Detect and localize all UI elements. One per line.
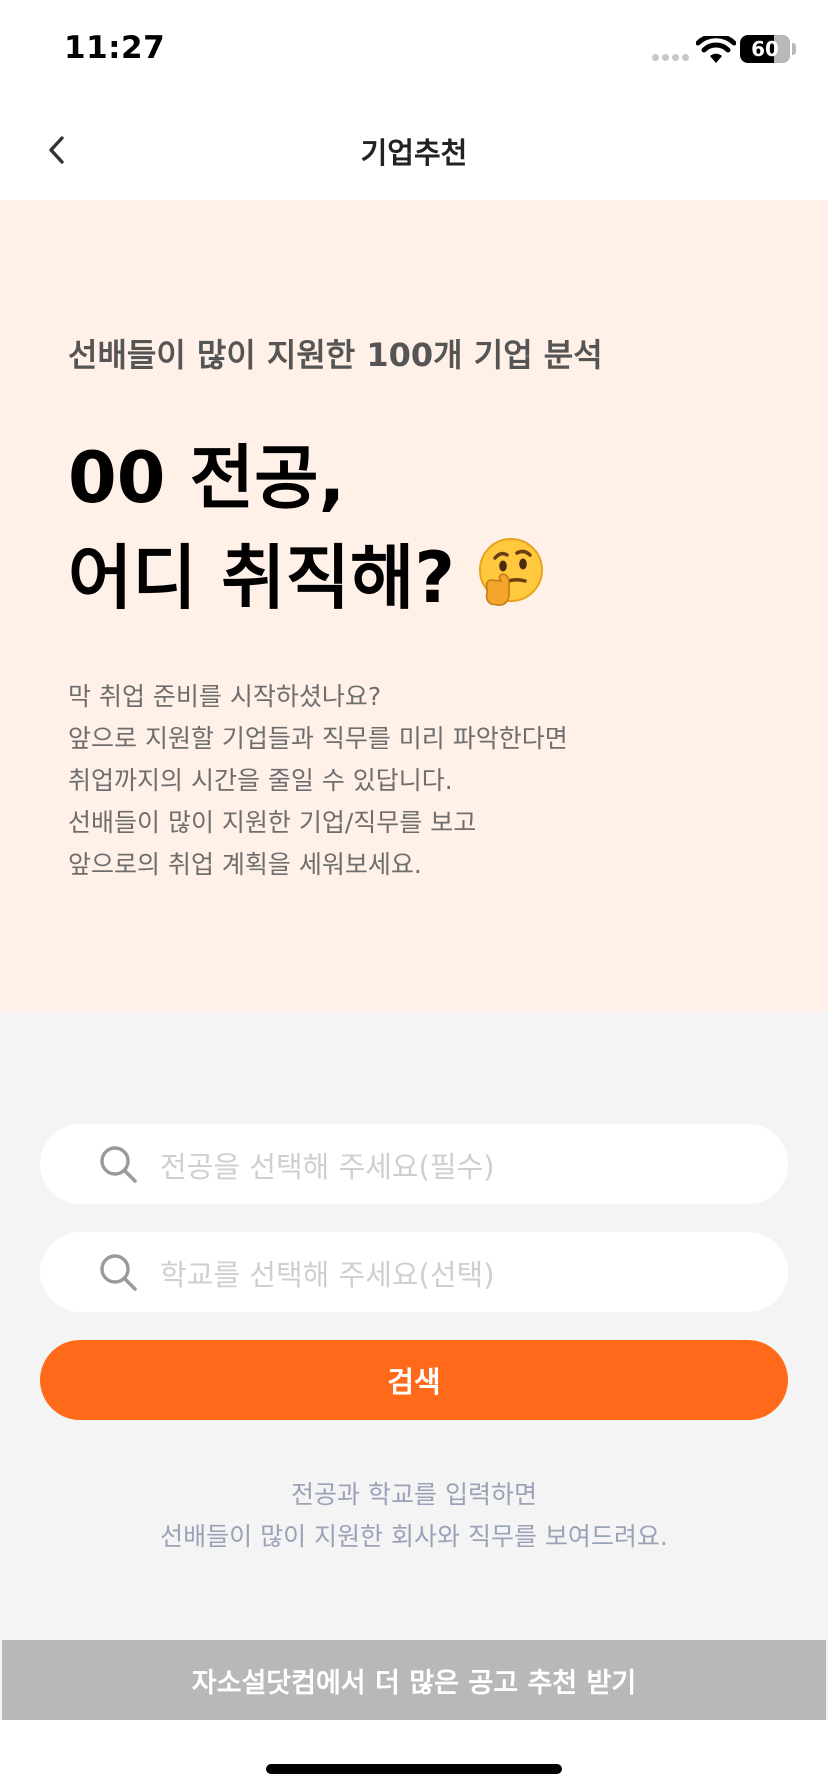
home-indicator[interactable] (266, 1764, 562, 1774)
bottom-safe-area (0, 1720, 828, 1792)
thinking-face-emoji-icon (478, 538, 543, 606)
wifi-icon (696, 36, 736, 63)
more-recommendations-button[interactable]: 자소설닷컴에서 더 많은 공고 추천 받기 (2, 1640, 826, 1720)
cellular-signal-icon (652, 54, 690, 62)
recommendation-screen: 11:27 60 기업추천 선배들이 많이 지원한 100개 기업 분석 00 … (0, 0, 828, 1792)
battery-icon: 60 (740, 35, 790, 63)
hero-description: 막 취업 준비를 시작하셨나요? 앞으로 지원할 기업들과 직무를 미리 파악한… (68, 676, 568, 886)
search-icon (100, 1254, 137, 1291)
more-recommendations-label: 자소설닷컴에서 더 많은 공고 추천 받기 (191, 1667, 637, 1699)
status-bar: 11:27 60 (0, 0, 828, 100)
battery-tip (792, 43, 796, 55)
hero-title: 00 전공, 어디 취직해? (68, 428, 547, 628)
hero-description-line: 선배들이 많이 지원한 기업/직무를 보고 (68, 808, 477, 837)
helper-text: 전공과 학교를 입력하면 선배들이 많이 지원한 회사와 직무를 보여드려요. (0, 1474, 828, 1558)
search-icon (100, 1146, 137, 1183)
hero-description-line: 앞으로 지원할 기업들과 직무를 미리 파악한다면 (68, 724, 568, 753)
battery-percent: 60 (751, 37, 779, 61)
hero-title-line-2: 어디 취직해? (68, 528, 547, 628)
major-search-placeholder: 전공을 선택해 주세요(필수) (160, 1150, 495, 1184)
hero-banner: 선배들이 많이 지원한 100개 기업 분석 00 전공, 어디 취직해? 막 … (0, 200, 828, 1012)
hero-description-line: 앞으로의 취업 계획을 세워보세요. (68, 850, 422, 879)
major-search-input[interactable]: 전공을 선택해 주세요(필수) (40, 1124, 788, 1204)
search-button[interactable]: 검색 (40, 1340, 788, 1420)
school-search-input[interactable]: 학교를 선택해 주세요(선택) (40, 1232, 788, 1312)
school-search-placeholder: 학교를 선택해 주세요(선택) (160, 1258, 495, 1292)
search-button-label: 검색 (387, 1365, 441, 1399)
nav-bar: 기업추천 (0, 100, 828, 200)
hero-title-line-2-text: 어디 취직해? (68, 537, 455, 619)
page-title: 기업추천 (360, 136, 468, 170)
hero-description-line: 막 취업 준비를 시작하셨나요? (68, 682, 382, 711)
hero-description-line: 취업까지의 시간을 줄일 수 있답니다. (68, 766, 453, 795)
hero-title-line-1: 00 전공, (68, 437, 346, 519)
hero-subtitle: 선배들이 많이 지원한 100개 기업 분석 (68, 336, 603, 374)
helper-text-line-2: 선배들이 많이 지원한 회사와 직무를 보여드려요. (160, 1522, 668, 1551)
status-time: 11:27 (64, 30, 166, 66)
helper-text-line-1: 전공과 학교를 입력하면 (291, 1480, 537, 1509)
